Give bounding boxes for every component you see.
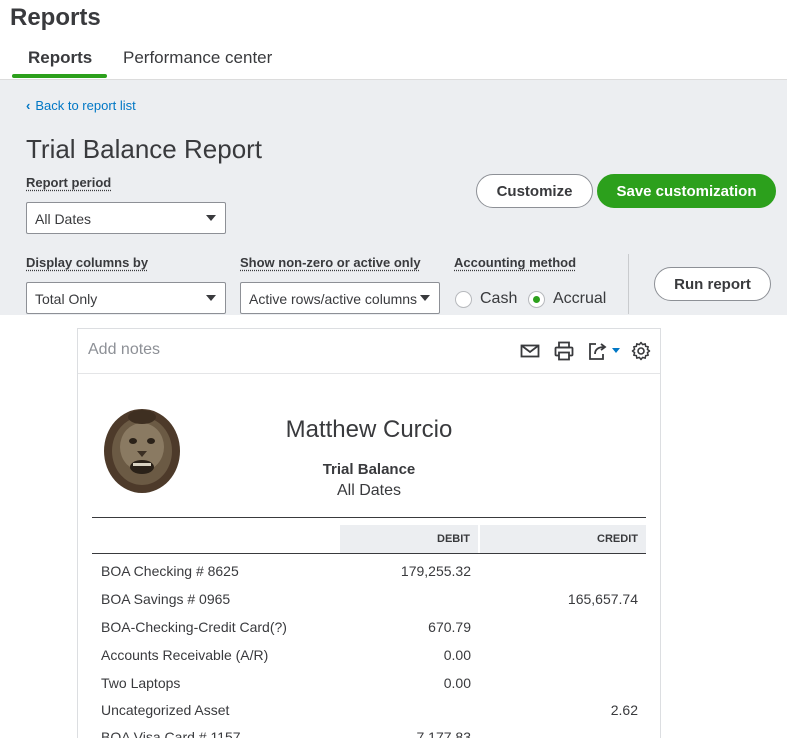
table-header-rule [92, 553, 646, 554]
credit-column-header[interactable]: CREDIT [480, 525, 646, 553]
divider [628, 254, 629, 314]
page-title: Trial Balance Report [26, 134, 263, 164]
email-icon[interactable] [520, 341, 540, 361]
nonzero-value: Active rows/active columns [249, 291, 418, 307]
debit-value[interactable]: 670.79 [428, 619, 471, 635]
account-name[interactable]: BOA Checking # 8625 [101, 563, 239, 579]
customize-button[interactable]: Customize [476, 174, 593, 208]
accrual-radio[interactable]: Accrual [528, 290, 606, 308]
add-notes-input[interactable]: Add notes [88, 341, 160, 359]
run-report-button[interactable]: Run report [654, 267, 771, 301]
report-toolbar: Add notes [78, 329, 660, 374]
report-period-value: All Dates [35, 211, 92, 227]
radio-unselected-icon [455, 290, 472, 308]
print-icon[interactable] [554, 341, 574, 361]
cash-radio[interactable]: Cash [455, 290, 517, 308]
table-row[interactable]: BOA Savings # 0965 165,657.74 [92, 585, 646, 613]
back-link-label: Back to report list [35, 98, 136, 113]
company-name: Matthew Curcio [285, 416, 453, 443]
caret-down-icon [420, 295, 430, 301]
report-period-select[interactable]: All Dates [26, 202, 226, 234]
display-columns-select[interactable]: Total Only [26, 282, 226, 314]
gear-icon[interactable] [631, 341, 651, 361]
table-row[interactable]: Uncategorized Asset 2.62 [92, 696, 646, 724]
accounting-method-label: Accounting method [454, 255, 577, 270]
account-name[interactable]: Two Laptops [101, 675, 180, 691]
account-name[interactable]: Uncategorized Asset [101, 702, 229, 718]
nonzero-select[interactable]: Active rows/active columns [240, 282, 440, 314]
display-columns-label: Display columns by [26, 255, 149, 270]
caret-down-icon [206, 295, 216, 301]
debit-value[interactable]: 0.00 [444, 675, 471, 691]
account-name[interactable]: BOA Savings # 0965 [101, 591, 230, 607]
export-icon[interactable] [587, 341, 621, 361]
tab-performance-center[interactable]: Performance center [123, 48, 272, 78]
app-title: Reports [10, 4, 101, 31]
chevron-left-icon: ‹ [26, 98, 31, 113]
account-name[interactable]: BOA Visa Card # 1157 [101, 729, 241, 738]
table-row[interactable]: BOA Checking # 8625 179,255.32 [92, 557, 646, 585]
save-customization-button[interactable]: Save customization [597, 174, 776, 208]
accrual-label: Accrual [553, 290, 607, 307]
nonzero-label: Show non-zero or active only [240, 255, 421, 270]
table-row[interactable]: Two Laptops 0.00 [92, 669, 646, 697]
table-row[interactable]: Accounts Receivable (A/R) 0.00 [92, 641, 646, 669]
account-name[interactable]: Accounts Receivable (A/R) [101, 647, 268, 663]
debit-value[interactable]: 7,177.83 [417, 729, 472, 738]
report-name: Trial Balance [322, 461, 416, 478]
report-period: All Dates [336, 482, 402, 499]
table-row[interactable]: BOA-Checking-Credit Card(?) 670.79 [92, 613, 646, 641]
debit-value[interactable]: 0.00 [444, 647, 471, 663]
report-card: Add notes Matthew Curcio Trial Balance A… [77, 328, 661, 738]
display-columns-value: Total Only [35, 291, 98, 307]
debit-column-header[interactable]: DEBIT [340, 525, 478, 553]
credit-value[interactable]: 2.62 [611, 702, 638, 718]
debit-value[interactable]: 179,255.32 [401, 563, 471, 579]
table-row[interactable]: BOA Visa Card # 1157 7,177.83 [92, 723, 646, 738]
active-tab-indicator [12, 74, 107, 78]
back-to-report-list-link[interactable]: ‹ Back to report list [26, 98, 136, 113]
caret-down-icon [206, 215, 216, 221]
top-bar: Reports Reports Performance center [0, 0, 787, 80]
table-top-rule [92, 517, 646, 518]
radio-selected-icon [528, 290, 545, 308]
cash-label: Cash [480, 290, 518, 307]
credit-value[interactable]: 165,657.74 [568, 591, 638, 607]
report-period-label: Report period [26, 175, 112, 190]
account-name[interactable]: BOA-Checking-Credit Card(?) [101, 619, 287, 635]
